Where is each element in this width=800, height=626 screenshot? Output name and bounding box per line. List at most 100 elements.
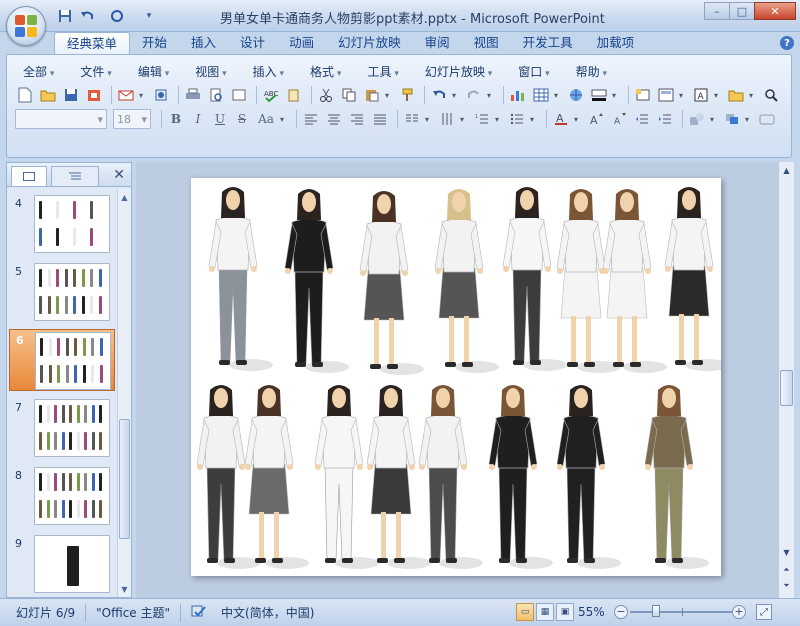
scroll-down-icon[interactable]: ▼ bbox=[780, 546, 793, 558]
tab-insert[interactable]: 插入 bbox=[179, 32, 228, 54]
layout-dropdown-icon[interactable]: ▾ bbox=[679, 91, 687, 100]
research-icon[interactable] bbox=[284, 85, 304, 105]
columns-icon[interactable] bbox=[402, 109, 422, 129]
tab-view[interactable]: 视图 bbox=[462, 32, 511, 54]
slide-thumbnail[interactable]: 7 bbox=[9, 397, 115, 459]
maximize-button[interactable]: □ bbox=[729, 2, 755, 20]
next-slide-icon[interactable]: ⏷ bbox=[780, 580, 793, 592]
print-preview-icon[interactable] bbox=[206, 85, 226, 105]
shrink-font-icon[interactable]: A bbox=[609, 109, 629, 129]
zoom-level[interactable]: 55% bbox=[578, 605, 605, 619]
zoom-slider-knob[interactable] bbox=[652, 605, 660, 617]
numbering-dropdown-icon[interactable]: ▾ bbox=[495, 115, 503, 124]
italic-button[interactable]: I bbox=[188, 109, 208, 129]
fill-color-dropdown-icon[interactable]: ▾ bbox=[612, 91, 620, 100]
textbox-dropdown-icon[interactable]: ▾ bbox=[714, 91, 722, 100]
folder-icon[interactable] bbox=[726, 85, 746, 105]
menu-edit[interactable]: 编辑 bbox=[130, 63, 177, 81]
scroll-down-icon[interactable]: ▼ bbox=[119, 583, 130, 595]
fill-color-icon[interactable] bbox=[589, 85, 609, 105]
new-slide-icon[interactable] bbox=[633, 85, 653, 105]
menu-tools[interactable]: 工具 bbox=[359, 63, 406, 81]
new-icon[interactable] bbox=[15, 85, 35, 105]
menu-view[interactable]: 视图 bbox=[187, 63, 234, 81]
table-dropdown-icon[interactable]: ▾ bbox=[554, 91, 562, 100]
menu-format[interactable]: 格式 bbox=[302, 63, 349, 81]
tab-animation[interactable]: 动画 bbox=[277, 32, 326, 54]
format-painter-icon[interactable] bbox=[397, 85, 417, 105]
hyperlink-icon[interactable] bbox=[566, 85, 586, 105]
grow-font-icon[interactable]: A bbox=[586, 109, 606, 129]
paste-icon[interactable] bbox=[362, 85, 382, 105]
email-dropdown-icon[interactable]: ▾ bbox=[139, 91, 147, 100]
font-color-icon[interactable]: A bbox=[551, 109, 571, 129]
redo-icon[interactable] bbox=[108, 7, 126, 25]
business-women-clipart[interactable] bbox=[191, 178, 721, 576]
columns-dropdown-icon[interactable]: ▾ bbox=[425, 115, 433, 124]
menu-help[interactable]: 帮助 bbox=[568, 63, 615, 81]
tab-classic-menu[interactable]: 经典菜单 bbox=[54, 32, 131, 54]
copy-icon[interactable] bbox=[339, 85, 359, 105]
tab-review[interactable]: 审阅 bbox=[413, 32, 462, 54]
arrange-icon[interactable] bbox=[722, 109, 742, 129]
zoom-in-button[interactable]: + bbox=[732, 605, 746, 619]
textbox-icon[interactable]: A bbox=[691, 85, 711, 105]
close-button[interactable]: ✕ bbox=[754, 2, 796, 20]
zoom-search-icon[interactable] bbox=[761, 85, 781, 105]
spelling-icon[interactable]: ABC bbox=[261, 85, 281, 105]
chart-icon[interactable] bbox=[508, 85, 528, 105]
customize-icon[interactable]: ▾ bbox=[140, 7, 158, 25]
undo-icon[interactable] bbox=[78, 7, 96, 25]
strikethrough-button[interactable]: S bbox=[232, 109, 252, 129]
shapes-dropdown-icon[interactable]: ▾ bbox=[710, 115, 718, 124]
save-icon[interactable] bbox=[56, 7, 74, 25]
shapes-icon[interactable] bbox=[687, 109, 707, 129]
justify-icon[interactable] bbox=[370, 109, 390, 129]
table-icon[interactable] bbox=[531, 85, 551, 105]
scroll-up-icon[interactable]: ▲ bbox=[119, 191, 130, 203]
print-icon[interactable] bbox=[183, 85, 203, 105]
case-dropdown-icon[interactable]: ▾ bbox=[280, 115, 288, 124]
layout-icon[interactable] bbox=[656, 85, 676, 105]
language-indicator[interactable]: 中文(简体，中国) bbox=[221, 604, 314, 621]
slideshow-view-icon[interactable]: ▣ bbox=[556, 603, 574, 621]
tab-developer[interactable]: 开发工具 bbox=[511, 32, 585, 54]
slide-canvas[interactable] bbox=[191, 178, 721, 576]
menu-all[interactable]: 全部 bbox=[15, 63, 62, 81]
minimize-button[interactable]: – bbox=[704, 2, 730, 20]
office-button[interactable] bbox=[6, 6, 46, 46]
increase-indent-icon[interactable] bbox=[655, 109, 675, 129]
zoom-out-button[interactable]: − bbox=[614, 605, 628, 619]
underline-button[interactable]: U bbox=[210, 109, 230, 129]
email-icon[interactable] bbox=[116, 85, 136, 105]
numbering-icon[interactable]: 1 bbox=[472, 109, 492, 129]
quick-styles-icon[interactable] bbox=[757, 109, 777, 129]
menu-insert[interactable]: 插入 bbox=[245, 63, 292, 81]
slide-thumbnail-selected[interactable]: 6 bbox=[9, 329, 115, 391]
tab-design[interactable]: 设计 bbox=[228, 32, 277, 54]
slide-thumbnail[interactable]: 4 bbox=[9, 193, 115, 255]
tab-addins[interactable]: 加载项 bbox=[585, 32, 647, 54]
paste-dropdown-icon[interactable]: ▾ bbox=[385, 91, 393, 100]
align-right-icon[interactable] bbox=[347, 109, 367, 129]
spelling-check-icon[interactable] bbox=[191, 604, 207, 621]
slides-pane-scrollbar[interactable]: ▲ ▼ bbox=[117, 189, 131, 597]
direction-dropdown-icon[interactable]: ▾ bbox=[460, 115, 468, 124]
normal-view-icon[interactable]: ▭ bbox=[516, 603, 534, 621]
bold-button[interactable]: B bbox=[166, 109, 186, 129]
font-name-combo[interactable]: ▾ bbox=[15, 109, 107, 129]
redo-dropdown-icon[interactable]: ▾ bbox=[487, 91, 495, 100]
save-toolbar-icon[interactable] bbox=[61, 85, 81, 105]
slide-thumbnail[interactable]: 9 bbox=[9, 533, 115, 595]
menu-file[interactable]: 文件 bbox=[72, 63, 119, 81]
vertical-scrollbar[interactable]: ▲ ▼ ⏶ ⏷ bbox=[778, 162, 794, 598]
slide-sorter-icon[interactable]: ▦ bbox=[536, 603, 554, 621]
undo-toolbar-icon[interactable] bbox=[429, 85, 449, 105]
slide-thumbnail[interactable]: 8 bbox=[9, 465, 115, 527]
menu-slideshow[interactable]: 幻灯片放映 bbox=[417, 63, 500, 81]
publish-icon[interactable] bbox=[151, 85, 171, 105]
scrollbar-thumb[interactable] bbox=[780, 370, 793, 406]
redo-toolbar-icon[interactable] bbox=[464, 85, 484, 105]
scrollbar-thumb[interactable] bbox=[119, 419, 130, 539]
previous-slide-icon[interactable]: ⏶ bbox=[780, 564, 793, 576]
